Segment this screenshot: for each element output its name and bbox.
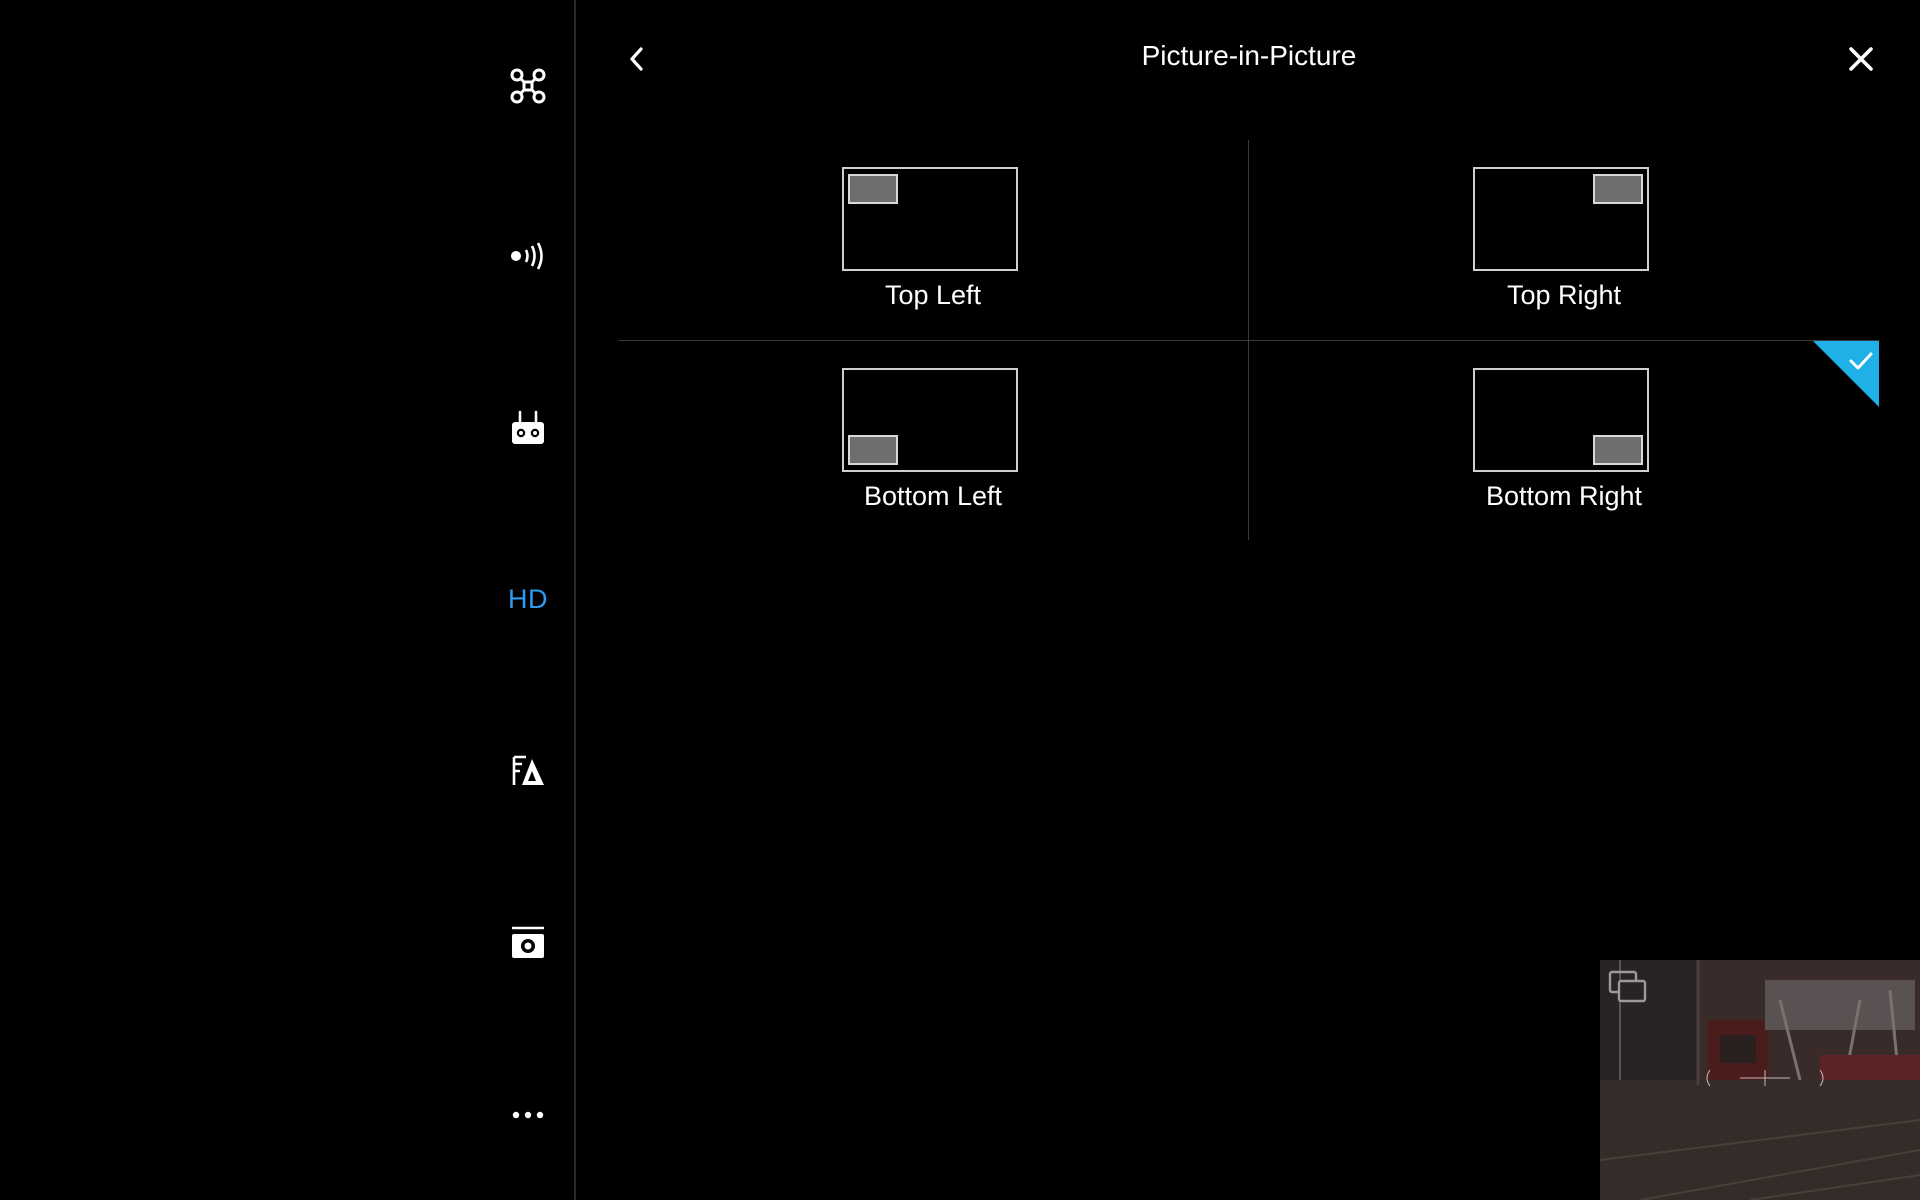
preview-window: [1593, 174, 1643, 204]
page-title: Picture-in-Picture: [1141, 40, 1357, 71]
close-button[interactable]: [1831, 29, 1891, 89]
sidebar-item-remote-controller[interactable]: [490, 390, 566, 466]
aircraft-icon: [510, 68, 546, 104]
option-top-right[interactable]: Top Right: [1249, 140, 1879, 340]
camera-icon: [512, 926, 544, 958]
selected-check-icon: [1813, 341, 1879, 407]
option-bottom-left[interactable]: Bottom Left: [618, 341, 1248, 541]
switch-view-icon[interactable]: [1606, 968, 1650, 1008]
bottom-left-preview: [842, 368, 1018, 472]
sidebar-item-signal[interactable]: [490, 218, 566, 294]
preview-window: [848, 435, 898, 465]
sidebar-item-camera[interactable]: [490, 905, 566, 981]
preview-window: [1593, 435, 1643, 465]
signal-icon: [511, 242, 543, 270]
sidebar-item-more[interactable]: [490, 1077, 566, 1153]
option-bottom-right[interactable]: Bottom Right: [1249, 341, 1879, 541]
option-label: Bottom Left: [863, 481, 1003, 511]
pip-position-grid: Top Left Top Right Bottom Left Bottom Ri…: [618, 140, 1880, 540]
option-label: Top Right: [1506, 280, 1622, 310]
more-icon: [512, 1111, 544, 1119]
close-icon: [1849, 47, 1873, 71]
top-left-preview: [842, 167, 1018, 271]
option-top-left[interactable]: Top Left: [618, 140, 1248, 340]
option-label: Top Left: [884, 280, 982, 310]
option-label: Bottom Right: [1485, 481, 1643, 511]
hd-icon: HD: [508, 583, 548, 614]
map-navigation-icon: [512, 755, 544, 785]
top-right-preview: [1473, 167, 1649, 271]
remote-controller-icon: [512, 410, 544, 444]
sidebar-item-map-navigation[interactable]: [490, 733, 566, 809]
sidebar-item-aircraft[interactable]: [490, 48, 566, 124]
settings-sidebar: HD: [0, 0, 576, 1200]
sidebar-item-hd[interactable]: HD: [490, 561, 566, 637]
preview-window: [848, 174, 898, 204]
bottom-right-preview: [1473, 368, 1649, 472]
pip-video-preview[interactable]: [1600, 960, 1920, 1200]
